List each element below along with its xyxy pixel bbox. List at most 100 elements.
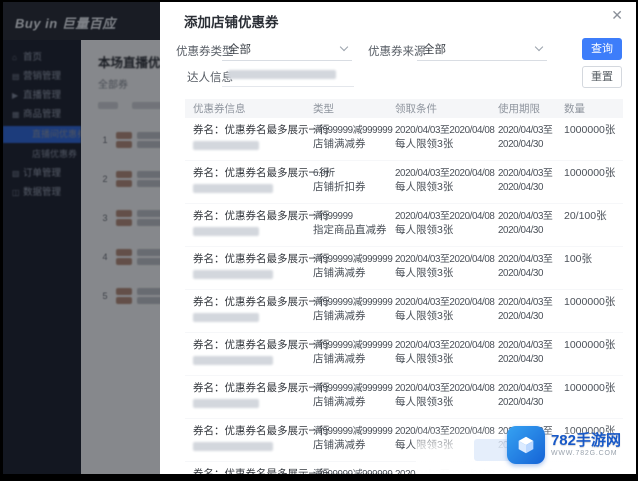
coupon-kind: 指定商品直减券: [313, 223, 387, 236]
coupon-info-cell: 券名：优惠券名最多展示一行: [185, 124, 330, 154]
coupon-kind: 店铺满减券: [313, 395, 366, 408]
claim-condition-cell: 2020/04/03至2020/04/08 每人限领3张: [387, 210, 495, 240]
watermark: 782手游网 WWW.782G.COM: [506, 426, 621, 464]
use-period-cell: 2020/04/03至 2020/04/30: [490, 210, 556, 240]
chevron-down-icon: [536, 44, 543, 51]
period-end: 2020/04/30: [498, 267, 544, 279]
coupon-kind: 店铺折扣券: [313, 180, 366, 193]
period-start: 2020/04/03至: [498, 168, 553, 179]
coupon-info-cell: 券名：优惠券名最多展示一行: [185, 425, 330, 455]
modal-backdrop[interactable]: [3, 2, 160, 474]
period-end: 2020/04/30: [498, 396, 544, 408]
use-period-cell: 2020/04/03至 2020/04/30: [490, 339, 556, 369]
period-end: 2020/04/30: [498, 224, 544, 236]
period-start: 2020/04/03至: [498, 254, 553, 265]
coupon-discount: 满999999减999999: [313, 125, 393, 136]
coupon-type-cell: 满999999减999999 店铺满减券: [305, 468, 393, 474]
coupon-discount: 满999999: [313, 211, 353, 222]
claim-condition-cell: 2020/04/03至2020/04/08 每人限领3张: [387, 253, 495, 283]
claim-date-range: 2020/04/03至2020/04/08: [395, 383, 495, 394]
coupon-name: 券名：优惠券名最多展示一行: [193, 468, 330, 474]
coupon-source-value: 全部: [423, 44, 446, 56]
redacted-coupon-id: [193, 398, 259, 408]
coupon-info-cell: 券名：优惠券名最多展示一行: [185, 253, 330, 283]
quantity-cell: 1000000张: [564, 339, 616, 351]
coupon-row[interactable]: 券名：优惠券名最多展示一行 满999999减999999 店铺满减券 2020/…: [185, 247, 623, 290]
add-coupon-drawer: 添加店铺优惠券 ✕ 优惠券类型 全部 优惠券来源 全部 查询 达人信息 重置 优…: [160, 2, 636, 474]
claim-limit: 每人限领3张: [395, 395, 454, 408]
coupon-kind: 店铺满减券: [313, 309, 366, 322]
period-end: 2020/04/30: [498, 353, 544, 365]
coupon-type-cell: 满999999减999999 店铺满减券: [305, 339, 393, 369]
redacted-coupon-id: [193, 226, 259, 236]
coupon-kind: 店铺满减券: [313, 137, 366, 150]
coupon-name: 券名：优惠券名最多展示一行: [193, 425, 330, 437]
coupon-table-header: 优惠券信息 类型 领取条件 使用期限 数量: [185, 99, 623, 118]
coupon-type-cell: 满999999减999999 店铺满减券: [305, 124, 393, 154]
coupon-info-cell: 券名：优惠券名最多展示一行: [185, 382, 330, 412]
quantity-cell: 1000000张: [564, 124, 616, 136]
claim-limit: 每人限领3张: [395, 309, 454, 322]
coupon-discount: 满999999减999999: [313, 468, 393, 474]
claim-condition-cell: 2020/04/03至2020/04/08 每人限领3张: [387, 167, 495, 197]
period-start: 2020/04/03至: [498, 125, 553, 136]
coupon-discount: 6.9折: [313, 168, 335, 179]
claim-date-range: 2020/04/03至2020/04/08: [395, 297, 495, 308]
coupon-row[interactable]: 券名：优惠券名最多展示一行 满999999减999999 店铺满减券 2020/…: [185, 118, 623, 161]
drawer-title: 添加店铺优惠券: [184, 15, 279, 30]
claim-limit: 每人限领3张: [395, 352, 454, 365]
coupon-discount: 满999999减999999: [313, 383, 393, 394]
quantity-cell: 20/100张: [564, 210, 607, 222]
coupon-type-cell: 满999999减999999 店铺满减券: [305, 382, 393, 412]
coupon-name: 券名：优惠券名最多展示一行: [193, 167, 330, 179]
claim-limit: 每人限领3张: [395, 137, 454, 150]
coupon-info-cell: 券名：优惠券名最多展示一行: [185, 468, 330, 474]
coupon-kind: 店铺满减券: [313, 266, 366, 279]
coupon-type-select[interactable]: 全部: [222, 37, 352, 61]
period-start: 2020/04/03至: [498, 211, 553, 222]
coupon-name: 券名：优惠券名最多展示一行: [193, 253, 330, 265]
claim-limit: 每人限领3张: [395, 266, 454, 279]
app-window: Buy in 巨量百应 ⌂ 首页 ▤ 营销管理 ▶ 直播管理 ▦ 商品管理 直播间优惠券…: [3, 2, 636, 474]
coupon-name: 券名：优惠券名最多展示一行: [193, 296, 330, 308]
coupon-name: 券名：优惠券名最多展示一行: [193, 382, 330, 394]
coupon-info-cell: 券名：优惠券名最多展示一行: [185, 296, 330, 326]
coupon-kind: 店铺满减券: [313, 438, 366, 451]
watermark-text: 782手游网 WWW.782G.COM: [551, 433, 621, 458]
column-header: 优惠券信息: [193, 103, 246, 115]
coupon-row[interactable]: 券名：优惠券名最多展示一行 满999999减999999 店铺满减券 2020/…: [185, 290, 623, 333]
redacted-placeholder: [228, 70, 336, 79]
chevron-down-icon: [341, 44, 348, 51]
column-header: 领取条件: [395, 103, 437, 115]
coupon-type-cell: 6.9折 店铺折扣券: [305, 167, 387, 197]
period-start: 2020/04/03至: [498, 340, 553, 351]
query-button[interactable]: 查询: [582, 38, 622, 60]
redacted-coupon-id: [193, 355, 273, 365]
coupon-source-select[interactable]: 全部: [417, 37, 547, 61]
close-icon[interactable]: ✕: [611, 7, 623, 23]
redacted-coupon-id: [193, 183, 273, 193]
coupon-row[interactable]: 券名：优惠券名最多展示一行 满999999 指定商品直减券 2020/04/03…: [185, 204, 623, 247]
redacted-coupon-id: [193, 312, 259, 322]
claim-condition-cell: 2020/04/03至2020/04/08 每人限领3张: [387, 296, 495, 326]
claim-limit: 每人限领3张: [395, 180, 454, 193]
claim-limit: 每人限领3张: [395, 223, 454, 236]
coupon-row[interactable]: 券名：优惠券名最多展示一行 满999999减999999 店铺满减券 2020/…: [185, 376, 623, 419]
column-header: 使用期限: [498, 103, 540, 115]
redacted-coupon-id: [193, 269, 273, 279]
coupon-type-cell: 满999999减999999 店铺满减券: [305, 425, 393, 455]
coupon-info-cell: 券名：优惠券名最多展示一行: [185, 339, 330, 369]
coupon-row[interactable]: 券名：优惠券名最多展示一行 6.9折 店铺折扣券 2020/04/03至2020…: [185, 161, 623, 204]
coupon-info-cell: 券名：优惠券名最多展示一行: [185, 167, 330, 197]
use-period-cell: 2020/04/03至 2020/04/30: [490, 167, 556, 197]
coupon-row[interactable]: 券名：优惠券名最多展示一行 满999999减999999 店铺满减券 2020/…: [185, 333, 623, 376]
period-end: 2020/04/30: [498, 181, 544, 193]
coupon-type-cell: 满999999减999999 店铺满减券: [305, 253, 393, 283]
claim-condition-cell: 2020/04/03至2020/04/08 每人限领3张: [387, 382, 495, 412]
reset-button[interactable]: 重置: [582, 66, 622, 88]
use-period-cell: 2020/04/03至 2020/04/30: [490, 124, 556, 154]
talent-info-input[interactable]: [222, 63, 354, 87]
period-end: 2020/04/30: [498, 138, 544, 150]
coupon-discount: 满999999减999999: [313, 254, 393, 265]
claim-date-range: 2020/04/03至2020/04/08: [395, 125, 495, 136]
